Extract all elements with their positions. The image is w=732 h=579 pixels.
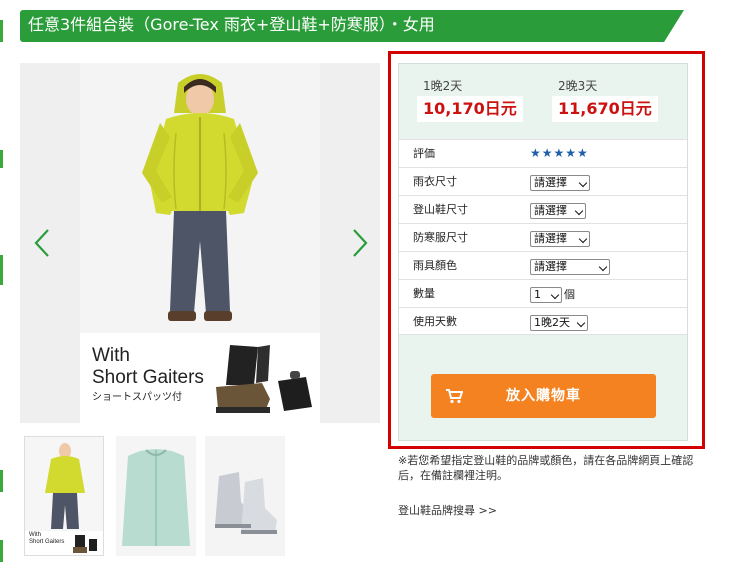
page-title: 任意3件組合裝（Gore-Tex 雨衣+登山鞋+防寒服）・女用 [28, 15, 435, 34]
raincoat-size-select[interactable]: 請選擇 [530, 175, 590, 191]
thumbnail-boots-icon [73, 535, 97, 553]
thumbnail-promo-text: With Short Gaiters [29, 532, 64, 546]
thumbnail-promo-line-2: Short Gaiters [29, 539, 65, 545]
price-plan-1: 1晚2天 10,170日元 [417, 79, 523, 122]
shoe-size-select[interactable]: 請選擇 [530, 203, 586, 219]
raincoat-size-label: 雨衣尺寸 [413, 175, 457, 188]
option-row-shoe-size: 登山鞋尺寸 請選擇 [399, 195, 687, 223]
coldwear-size-label: 防寒服尺寸 [413, 231, 468, 244]
chevron-right-icon [353, 229, 368, 257]
plan-2-price: 11,670日元 [552, 96, 658, 122]
promo-line-1: With [92, 345, 130, 366]
option-row-coldwear-size: 防寒服尺寸 請選擇 [399, 223, 687, 251]
brand-note: ※若您希望指定登山鞋的品牌或顏色，請在各品牌網頁上確認后，在備註欄裡注明。 [398, 454, 694, 482]
add-to-cart-label: 放入購物車 [506, 388, 581, 404]
main-product-photo: With Short Gaiters ショートスパッツ付 [80, 63, 320, 423]
options-table: 評価 ★★★★★ 雨衣尺寸 請選擇 登山鞋尺寸 請選擇 防寒服尺寸 請選擇 雨具… [399, 139, 687, 335]
thumbnail-promo-line-1: With [29, 532, 41, 538]
coldwear-size-select[interactable]: 請選擇 [530, 231, 590, 247]
thumbnail-2[interactable] [116, 436, 196, 556]
next-image-arrow[interactable] [344, 225, 374, 261]
quantity-select[interactable]: 1 [530, 287, 562, 303]
price-plan-2: 2晚3天 11,670日元 [552, 79, 658, 122]
quantity-unit: 個 [564, 288, 575, 301]
prev-image-arrow[interactable] [28, 225, 58, 261]
plan-1-price: 10,170日元 [417, 96, 523, 122]
thumbnail-boots-image [205, 436, 285, 556]
woman-in-raincoat-illustration [142, 74, 258, 321]
option-row-raincoat-size: 雨衣尺寸 請選擇 [399, 167, 687, 195]
days-select[interactable]: 1晚2天 [530, 315, 588, 331]
shoe-brand-search-link[interactable]: 登山鞋品牌搜尋 >> [398, 502, 497, 518]
thumbnail-1[interactable]: With Short Gaiters [24, 436, 104, 556]
rating-label: 評価 [413, 147, 435, 160]
promo-line-3: ショートスパッツ付 [92, 392, 182, 403]
rain-color-label: 雨具顏色 [413, 259, 457, 272]
option-row-quantity: 數量 1個 [399, 279, 687, 307]
promo-line-2: Short Gaiters [92, 367, 204, 388]
quantity-label: 數量 [413, 287, 435, 300]
option-row-rating: 評価 ★★★★★ [399, 139, 687, 167]
add-to-cart-button[interactable]: 放入購物車 [431, 374, 656, 418]
shoe-size-label: 登山鞋尺寸 [413, 203, 468, 216]
days-label: 使用天數 [413, 315, 457, 328]
rating-stars: ★★★★★ [530, 146, 589, 160]
thumbnail-3[interactable] [205, 436, 285, 556]
chevron-left-icon [34, 229, 49, 257]
option-row-rain-color: 雨具顏色 請選擇 [399, 251, 687, 279]
rain-color-select[interactable]: 請選擇 [530, 259, 610, 275]
thumbnail-fleece-image [116, 436, 196, 556]
plan-2-label: 2晚3天 [558, 79, 598, 93]
plan-1-label: 1晚2天 [423, 79, 463, 93]
promo-text: With Short Gaiters ショートスパッツ付 [92, 345, 204, 405]
option-row-days: 使用天數 1晚2天 [399, 307, 687, 335]
gaiters-boots-illustration [216, 345, 312, 413]
left-edge-accent [0, 0, 4, 579]
